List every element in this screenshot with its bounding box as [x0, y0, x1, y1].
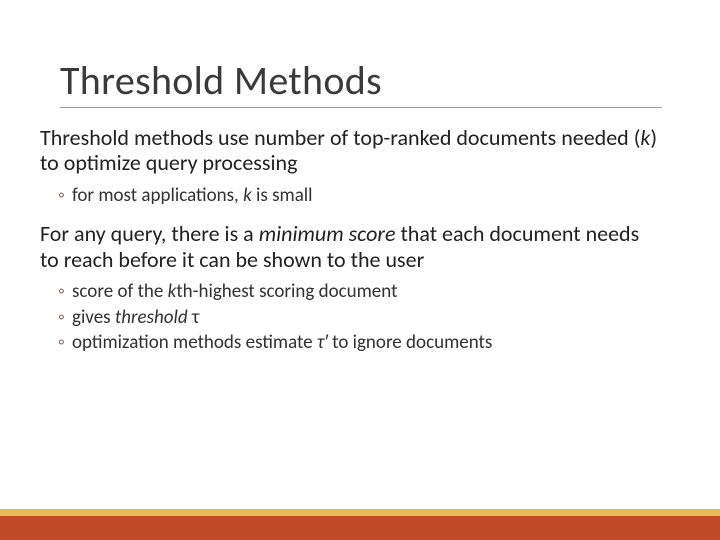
slide: Threshold Methods Threshold methods use …	[0, 0, 720, 540]
paragraph-1: Threshold methods use number of top-rank…	[40, 125, 662, 176]
list-item: gives threshold τ	[58, 306, 662, 330]
sublist-2: score of the kth-highest scoring documen…	[40, 280, 662, 355]
sub2a-suffix: th-highest scoring document	[176, 280, 397, 303]
list-item: score of the kth-highest scoring documen…	[58, 280, 662, 304]
para2-em: minimum score	[259, 220, 396, 247]
para1-k: k	[640, 124, 650, 151]
slide-title: Threshold Methods	[60, 56, 662, 108]
sub2b-prefix: gives	[72, 306, 115, 329]
list-item: for most applications, k is small	[58, 184, 662, 208]
paragraph-2: For any query, there is a minimum score …	[40, 221, 662, 272]
para2-prefix: For any query, there is a	[40, 220, 259, 247]
sub2c-prefix: optimization methods estimate	[72, 331, 317, 354]
para1-prefix: Threshold methods use number of top-rank…	[40, 124, 640, 151]
sublist-1: for most applications, k is small	[40, 184, 662, 208]
sub1-prefix: for most applications,	[72, 184, 243, 207]
footer-accent-bar	[0, 509, 720, 516]
sub2c-suffix: to ignore documents	[328, 331, 492, 354]
footer-bar	[0, 516, 720, 540]
title-block: Threshold Methods	[60, 56, 662, 108]
list-item: optimization methods estimate τ′ to igno…	[58, 331, 662, 355]
sub1-suffix: is small	[252, 184, 313, 207]
sub1-k: k	[243, 184, 252, 207]
sub2a-prefix: score of the	[72, 280, 168, 303]
sub2b-em: threshold	[115, 306, 188, 329]
sub2c-tau: τ′	[317, 331, 328, 354]
sub2b-tau: τ	[188, 306, 200, 329]
content-area: Threshold methods use number of top-rank…	[40, 125, 662, 369]
